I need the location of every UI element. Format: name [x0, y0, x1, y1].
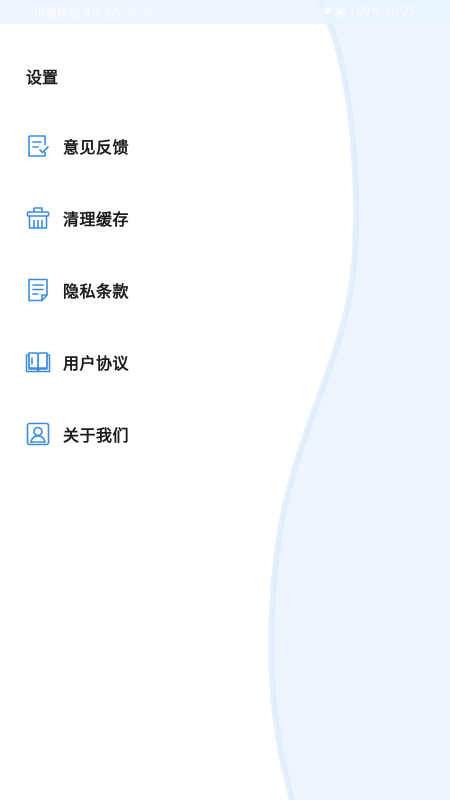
- page-title: 设置: [26, 68, 59, 87]
- settings-menu: 意见反馈 清理缓存 隐私条款 用户协议 关于我们: [25, 128, 265, 488]
- agreement-icon: [25, 349, 51, 375]
- menu-item-label: 清理缓存: [63, 210, 130, 229]
- menu-item-agreement[interactable]: 用户协议: [25, 344, 265, 380]
- menu-item-about[interactable]: 关于我们: [25, 416, 265, 452]
- menu-item-feedback[interactable]: 意见反馈: [25, 128, 265, 164]
- status-indicators: ✱ ▣ 100% 10:25: [322, 5, 416, 18]
- settings-page: 中国移动 4G 5G ⓝ ⓤ ✱ ▣ 100% 10:25 设置 意见反馈 清理…: [0, 0, 450, 800]
- settings-content: 设置 意见反馈 清理缓存 隐私条款 用户协议 关于我们: [0, 0, 320, 800]
- menu-item-label: 用户协议: [63, 354, 130, 373]
- menu-item-label: 隐私条款: [63, 282, 130, 301]
- menu-item-privacy[interactable]: 隐私条款: [25, 272, 265, 308]
- about-icon: [25, 421, 51, 447]
- feedback-icon: [25, 133, 51, 159]
- menu-item-label: 意见反馈: [63, 138, 130, 157]
- menu-item-clear-cache[interactable]: 清理缓存: [25, 200, 265, 236]
- clear-cache-icon: [25, 205, 51, 231]
- privacy-icon: [25, 277, 51, 303]
- menu-item-label: 关于我们: [63, 426, 130, 445]
